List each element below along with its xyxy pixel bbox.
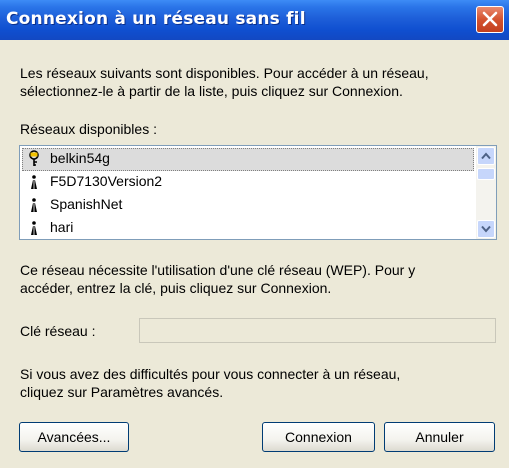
network-antenna-icon — [31, 175, 37, 189]
network-name: belkin54g — [50, 150, 110, 166]
intro-line-1: Les réseaux suivants sont disponibles. P… — [20, 65, 429, 81]
network-antenna-icon — [31, 198, 37, 212]
scroll-down-button[interactable] — [477, 220, 495, 238]
advanced-button[interactable]: Avancées... — [19, 422, 129, 452]
network-name: F5D7130Version2 — [50, 173, 163, 189]
network-key-field — [139, 318, 496, 343]
connect-button[interactable]: Connexion — [262, 422, 375, 452]
wireless-connect-dialog: Connexion à un réseau sans fil Les résea… — [0, 0, 509, 468]
list-item[interactable]: SpanishNet — [22, 194, 474, 217]
network-antenna-icon — [31, 221, 37, 235]
intro-line-2: sélectionnez-le à partir de la liste, pu… — [20, 83, 403, 99]
list-item[interactable]: belkin54g — [22, 148, 474, 171]
networks-label: Réseaux disponibles : — [20, 121, 157, 137]
wep-info-line-2: accéder, entrez la clé, puis cliquez sur… — [20, 280, 332, 296]
chevron-up-icon — [481, 152, 491, 160]
title-bar[interactable]: Connexion à un réseau sans fil — [0, 0, 509, 40]
chevron-down-icon — [481, 225, 491, 233]
close-icon — [482, 11, 498, 27]
network-name: SpanishNet — [50, 196, 123, 212]
wep-info-line-1: Ce réseau nécessite l'utilisation d'une … — [20, 262, 416, 278]
close-button[interactable] — [476, 6, 504, 33]
scroll-thumb[interactable] — [477, 168, 495, 180]
cancel-button[interactable]: Annuler — [384, 422, 495, 452]
network-list[interactable]: belkin54g F5D7130Version2 SpanishNet har… — [19, 145, 497, 240]
scroll-up-button[interactable] — [477, 147, 495, 165]
window-title: Connexion à un réseau sans fil — [6, 9, 306, 29]
help-line-2: cliquez sur Paramètres avancés. — [20, 384, 224, 400]
network-name: hari — [50, 219, 74, 235]
network-key-label: Clé réseau : — [20, 323, 96, 339]
help-line-1: Si vous avez des difficultés pour vous c… — [20, 366, 401, 382]
list-item[interactable]: F5D7130Version2 — [22, 171, 474, 194]
list-item[interactable]: hari — [22, 217, 474, 239]
vertical-scrollbar[interactable] — [476, 146, 496, 239]
secure-network-icon — [29, 150, 39, 166]
